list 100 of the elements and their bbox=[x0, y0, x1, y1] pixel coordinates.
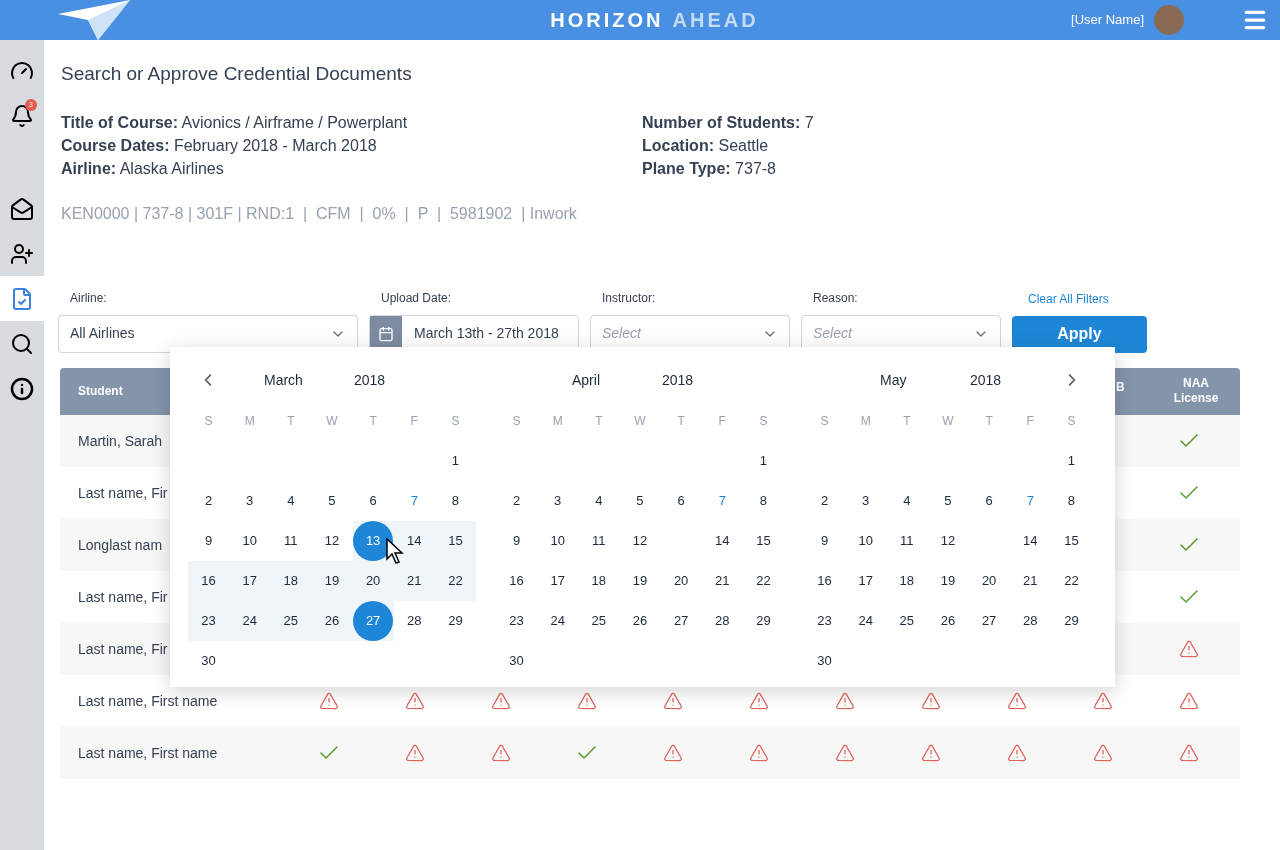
day-button[interactable]: 21 bbox=[394, 561, 435, 601]
day-button[interactable]: 8 bbox=[1051, 481, 1092, 521]
day-button[interactable]: 26 bbox=[620, 601, 660, 641]
day-button[interactable]: 2 bbox=[496, 481, 537, 521]
day-button[interactable]: 29 bbox=[1051, 601, 1092, 641]
clear-filters-link[interactable]: Clear All Filters bbox=[1028, 289, 1147, 308]
day-button[interactable]: 17 bbox=[537, 561, 578, 601]
day-button[interactable]: 5 bbox=[620, 481, 660, 521]
day-button[interactable]: 27 bbox=[969, 601, 1010, 641]
weekday-label: M bbox=[859, 413, 872, 430]
day-button[interactable]: 26 bbox=[312, 601, 352, 641]
day-button[interactable]: 9 bbox=[188, 521, 229, 561]
day-button[interactable]: 23 bbox=[804, 601, 845, 641]
day-button[interactable]: 12 bbox=[312, 521, 352, 561]
student-name: Last name, Fir bbox=[78, 588, 168, 605]
day-button[interactable]: 24 bbox=[537, 601, 578, 641]
day-button[interactable]: 10 bbox=[845, 521, 886, 561]
year-label[interactable]: 2018 bbox=[662, 369, 694, 391]
year-label[interactable]: 2018 bbox=[354, 369, 386, 391]
day-button[interactable]: 28 bbox=[1010, 601, 1051, 641]
day-button[interactable]: 11 bbox=[886, 521, 927, 561]
day-button[interactable]: 24 bbox=[229, 601, 270, 641]
day-button[interactable]: 19 bbox=[312, 561, 352, 601]
day-button[interactable]: 1 bbox=[435, 441, 476, 481]
day-button[interactable]: 19 bbox=[620, 561, 660, 601]
day-button[interactable]: 26 bbox=[928, 601, 968, 641]
day-button[interactable]: 20 bbox=[353, 561, 394, 601]
day-button[interactable]: 2 bbox=[804, 481, 845, 521]
day-button[interactable]: 30 bbox=[188, 641, 229, 681]
day-button[interactable]: 5 bbox=[928, 481, 968, 521]
day-button[interactable]: 5 bbox=[312, 481, 352, 521]
day-button[interactable]: 4 bbox=[578, 481, 619, 521]
day-button[interactable]: 28 bbox=[702, 601, 743, 641]
day-button[interactable]: 15 bbox=[1051, 521, 1092, 561]
day-button[interactable]: 7 bbox=[1010, 481, 1051, 521]
day-button[interactable]: 8 bbox=[743, 481, 784, 521]
day-button[interactable]: 11 bbox=[578, 521, 619, 561]
day-button[interactable]: 10 bbox=[229, 521, 270, 561]
day-button[interactable]: 18 bbox=[270, 561, 311, 601]
day-button[interactable]: 1 bbox=[1051, 441, 1092, 481]
day-button[interactable]: 4 bbox=[270, 481, 311, 521]
brand-name: AHEAD bbox=[672, 8, 759, 33]
day-button[interactable]: 9 bbox=[496, 521, 537, 561]
day-button[interactable]: 25 bbox=[578, 601, 619, 641]
day-button[interactable]: 14 bbox=[394, 521, 435, 561]
day-button[interactable]: 28 bbox=[394, 601, 435, 641]
day-button[interactable]: 3 bbox=[845, 481, 886, 521]
day-button[interactable]: 16 bbox=[496, 561, 537, 601]
day-button[interactable]: 23 bbox=[188, 601, 229, 641]
day-button[interactable]: 25 bbox=[886, 601, 927, 641]
day-button[interactable]: 16 bbox=[804, 561, 845, 601]
day-button[interactable]: 27 bbox=[661, 601, 702, 641]
day-button[interactable]: 30 bbox=[804, 641, 845, 681]
day-button[interactable]: 6 bbox=[661, 481, 702, 521]
day-button[interactable]: 23 bbox=[496, 601, 537, 641]
day-button[interactable]: 12 bbox=[620, 521, 660, 561]
day-button[interactable]: 14 bbox=[702, 521, 743, 561]
day-button[interactable]: 6 bbox=[353, 481, 394, 521]
day-button[interactable]: 27 bbox=[353, 601, 394, 641]
weekday-label: F bbox=[717, 413, 727, 430]
day-button[interactable]: 4 bbox=[886, 481, 927, 521]
day-button[interactable]: 17 bbox=[845, 561, 886, 601]
day-button[interactable]: 9 bbox=[804, 521, 845, 561]
day-button[interactable]: 20 bbox=[661, 561, 702, 601]
day-button[interactable]: 25 bbox=[270, 601, 311, 641]
day-button[interactable]: 22 bbox=[743, 561, 784, 601]
day-button[interactable]: 16 bbox=[188, 561, 229, 601]
day-button[interactable]: 15 bbox=[435, 521, 476, 561]
day-button[interactable]: 7 bbox=[702, 481, 743, 521]
day-button[interactable]: 2 bbox=[188, 481, 229, 521]
day-button[interactable]: 19 bbox=[928, 561, 968, 601]
month-label[interactable]: March bbox=[264, 369, 334, 391]
month-label[interactable]: April bbox=[572, 369, 642, 391]
day-button[interactable]: 12 bbox=[928, 521, 968, 561]
day-button[interactable]: 3 bbox=[537, 481, 578, 521]
day-button[interactable]: 18 bbox=[578, 561, 619, 601]
day-button[interactable]: 13 bbox=[353, 521, 394, 561]
day-button[interactable]: 29 bbox=[743, 601, 784, 641]
day-button[interactable]: 11 bbox=[270, 521, 311, 561]
student-name: Last name, Fir bbox=[78, 640, 168, 657]
day-button[interactable]: 7 bbox=[394, 481, 435, 521]
month-label[interactable]: May bbox=[880, 369, 950, 391]
day-button[interactable]: 24 bbox=[845, 601, 886, 641]
day-button[interactable]: 14 bbox=[1010, 521, 1051, 561]
day-button[interactable]: 21 bbox=[1010, 561, 1051, 601]
day-button[interactable]: 22 bbox=[435, 561, 476, 601]
day-button[interactable]: 21 bbox=[702, 561, 743, 601]
year-label[interactable]: 2018 bbox=[970, 369, 1002, 391]
day-button[interactable]: 30 bbox=[496, 641, 537, 681]
day-button[interactable]: 20 bbox=[969, 561, 1010, 601]
day-button[interactable]: 18 bbox=[886, 561, 927, 601]
day-button[interactable]: 6 bbox=[969, 481, 1010, 521]
day-button[interactable]: 1 bbox=[743, 441, 784, 481]
day-button[interactable]: 10 bbox=[537, 521, 578, 561]
day-button[interactable]: 15 bbox=[743, 521, 784, 561]
day-button[interactable]: 3 bbox=[229, 481, 270, 521]
day-button[interactable]: 29 bbox=[435, 601, 476, 641]
day-button[interactable]: 17 bbox=[229, 561, 270, 601]
day-button[interactable]: 22 bbox=[1051, 561, 1092, 601]
day-button[interactable]: 8 bbox=[435, 481, 476, 521]
